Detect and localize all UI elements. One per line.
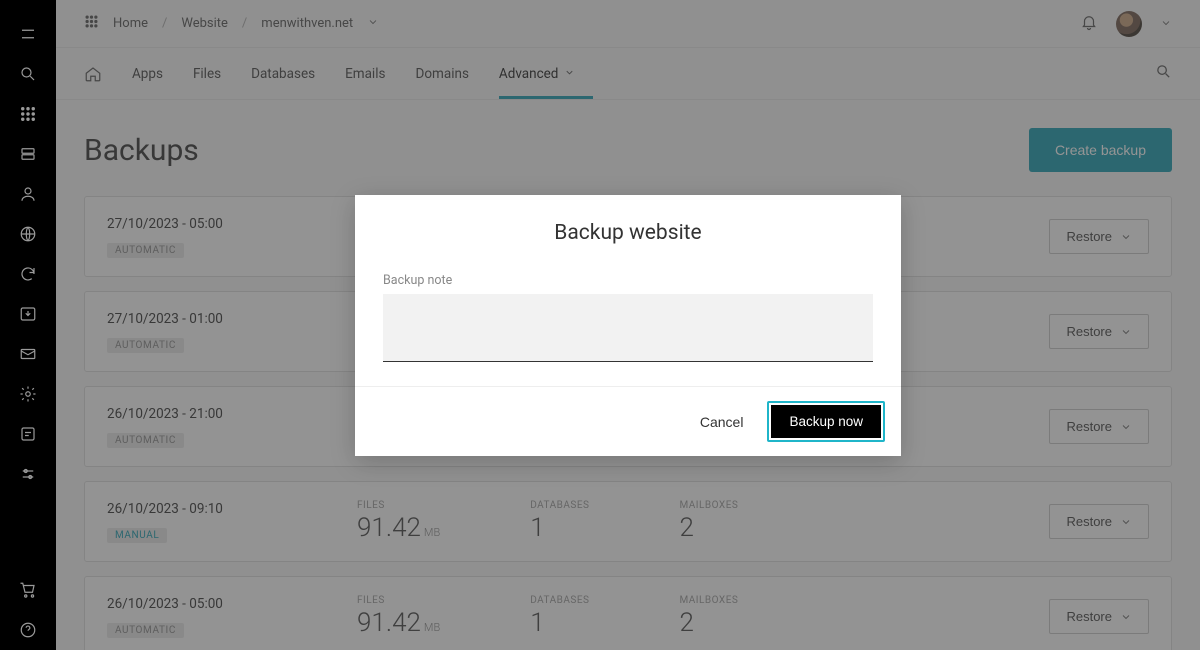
backup-note-label: Backup note	[383, 273, 873, 288]
cart-icon[interactable]	[16, 578, 40, 602]
search-icon[interactable]	[16, 62, 40, 86]
backup-note-input[interactable]	[383, 294, 873, 362]
apps-grid-icon[interactable]	[16, 102, 40, 126]
user-icon[interactable]	[16, 182, 40, 206]
menu-icon[interactable]	[16, 22, 40, 46]
modal-title: Backup website	[383, 221, 873, 245]
modal-overlay[interactable]: Backup website Backup note Cancel Backup…	[56, 0, 1200, 650]
help-icon[interactable]	[16, 618, 40, 642]
globe-icon[interactable]	[16, 222, 40, 246]
cancel-button[interactable]: Cancel	[694, 406, 750, 438]
main-area: Home / Website / menwithven.net Apps Fil…	[56, 0, 1200, 650]
backup-modal: Backup website Backup note Cancel Backup…	[355, 195, 901, 456]
icon-sidebar	[0, 0, 56, 650]
backup-now-button[interactable]: Backup now	[771, 405, 881, 438]
sync-icon[interactable]	[16, 262, 40, 286]
gear-icon[interactable]	[16, 382, 40, 406]
mail-icon[interactable]	[16, 342, 40, 366]
server-icon[interactable]	[16, 142, 40, 166]
settings-sliders-icon[interactable]	[16, 462, 40, 486]
billing-icon[interactable]	[16, 422, 40, 446]
import-icon[interactable]	[16, 302, 40, 326]
